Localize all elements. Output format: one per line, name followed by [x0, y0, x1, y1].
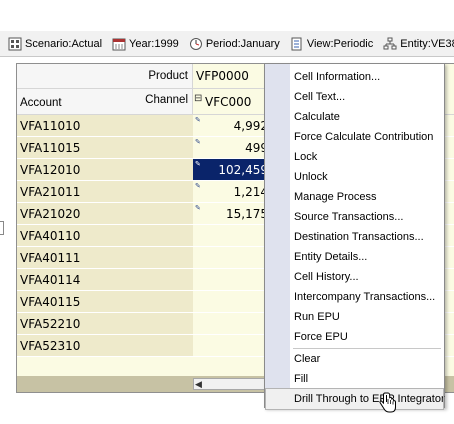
selected-data-cell[interactable]: ✎ 102,459 — [193, 159, 273, 181]
menu-item-run-epu[interactable]: Run EPU — [266, 307, 443, 327]
calendar-icon — [112, 38, 126, 50]
menu-item-fill[interactable]: Fill — [266, 369, 443, 389]
data-cell[interactable]: ✎ 499 — [193, 137, 273, 159]
menu-item-destination-transactions[interactable]: Destination Transactions... — [266, 227, 443, 247]
data-cell[interactable] — [193, 313, 273, 335]
pov-period[interactable]: Period:January — [189, 37, 280, 51]
row-header[interactable]: VFA52210 — [17, 313, 193, 335]
cell-value: 102,459 — [218, 163, 268, 177]
channel-header-cell: Account Channel — [17, 89, 193, 115]
menu-item-calculate[interactable]: Calculate — [266, 107, 443, 127]
data-cell[interactable] — [193, 247, 273, 269]
context-menu: Cell Information... Cell Text... Calcula… — [264, 63, 445, 410]
data-cell[interactable] — [193, 225, 273, 247]
data-cell[interactable]: ✎ 15,175 — [193, 203, 273, 225]
channel-member-label: VFC000 — [205, 95, 252, 109]
menu-item-lock[interactable]: Lock — [266, 147, 443, 167]
menu-item-unlock[interactable]: Unlock — [266, 167, 443, 187]
entity-icon — [383, 37, 397, 49]
row-header[interactable]: VFA40111 — [17, 247, 193, 269]
pov-bar: Scenario:Actual Year:1999 Period:January… — [0, 31, 454, 57]
menu-item-entity-details[interactable]: Entity Details... — [266, 247, 443, 267]
data-cell[interactable] — [193, 291, 273, 313]
collapse-icon[interactable]: ⊟ — [194, 93, 202, 104]
row-header[interactable]: VFA40114 — [17, 269, 193, 291]
data-cell[interactable]: ✎ 1,214 — [193, 181, 273, 203]
menu-item-source-transactions[interactable]: Source Transactions... — [266, 207, 443, 227]
data-cell[interactable] — [193, 335, 273, 357]
menu-item-drill-through-erp-integrator[interactable]: Drill Through to ERP Integrator — [265, 388, 445, 410]
menu-item-cell-text[interactable]: Cell Text... — [266, 87, 443, 107]
row-header[interactable]: VFA40110 — [17, 225, 193, 247]
data-cell[interactable] — [193, 269, 273, 291]
product-header-label: Product — [148, 70, 188, 82]
pov-year-label: Year:1999 — [129, 37, 179, 50]
cell-value: 15,175 — [226, 207, 268, 221]
menu-item-manage-process[interactable]: Manage Process — [266, 187, 443, 207]
channel-header-label: Channel — [145, 94, 188, 106]
note-icon: ✎ — [195, 138, 201, 146]
row-header[interactable]: VFA21011 — [17, 181, 193, 203]
pov-entity-label: Entity:VE38 — [400, 37, 454, 50]
row-header[interactable]: VFA12010 — [17, 159, 193, 181]
scenario-icon — [8, 37, 22, 50]
channel-member-cell[interactable]: ⊟ VFC000 — [193, 89, 273, 115]
pov-view[interactable]: View:Periodic — [290, 37, 373, 51]
pov-scenario[interactable]: Scenario:Actual — [8, 37, 102, 51]
menu-item-force-epu[interactable]: Force EPU — [266, 327, 443, 347]
pov-scenario-label: Scenario:Actual — [25, 37, 103, 50]
row-header[interactable]: VFA40115 — [17, 291, 193, 313]
hand-cursor-icon — [379, 392, 396, 413]
view-icon — [291, 37, 302, 50]
scrollbar-track[interactable]: ◀ — [193, 378, 273, 390]
row-header[interactable]: VFA11015 — [17, 137, 193, 159]
note-icon: ✎ — [195, 182, 201, 190]
row-header[interactable]: VFA21020 — [17, 203, 193, 225]
period-icon — [189, 37, 202, 50]
menu-item-intercompany-transactions[interactable]: Intercompany Transactions... — [266, 287, 443, 307]
account-header-label: Account — [20, 97, 62, 109]
pov-view-label: View:Periodic — [306, 37, 374, 50]
cell-value: 4,992 — [233, 119, 268, 133]
product-header-cell: Product — [17, 64, 193, 89]
product-member-label: VFP0000 — [196, 69, 249, 83]
data-cell[interactable]: ✎ 4,992 — [193, 115, 273, 137]
pov-year[interactable]: Year:1999 — [112, 37, 179, 51]
note-icon: ✎ — [195, 160, 201, 168]
row-header[interactable]: VFA52310 — [17, 335, 193, 357]
note-icon: ✎ — [195, 116, 201, 124]
pov-entity[interactable]: Entity:VE38 — [383, 37, 454, 51]
product-member-cell[interactable]: VFP0000 — [193, 64, 273, 89]
menu-item-cell-information[interactable]: Cell Information... — [266, 67, 443, 87]
scroll-left-arrow-icon[interactable]: ◀ — [195, 379, 202, 390]
note-icon: ✎ — [195, 204, 201, 212]
cell-value: 1,214 — [233, 185, 268, 199]
splitter-handle[interactable] — [0, 221, 4, 235]
row-header[interactable]: VFA11010 — [17, 115, 193, 137]
menu-item-clear[interactable]: Clear — [266, 349, 443, 369]
pov-period-label: Period:January — [205, 37, 280, 50]
menu-item-cell-history[interactable]: Cell History... — [266, 267, 443, 287]
menu-item-force-calculate-contribution[interactable]: Force Calculate Contribution — [266, 127, 443, 147]
